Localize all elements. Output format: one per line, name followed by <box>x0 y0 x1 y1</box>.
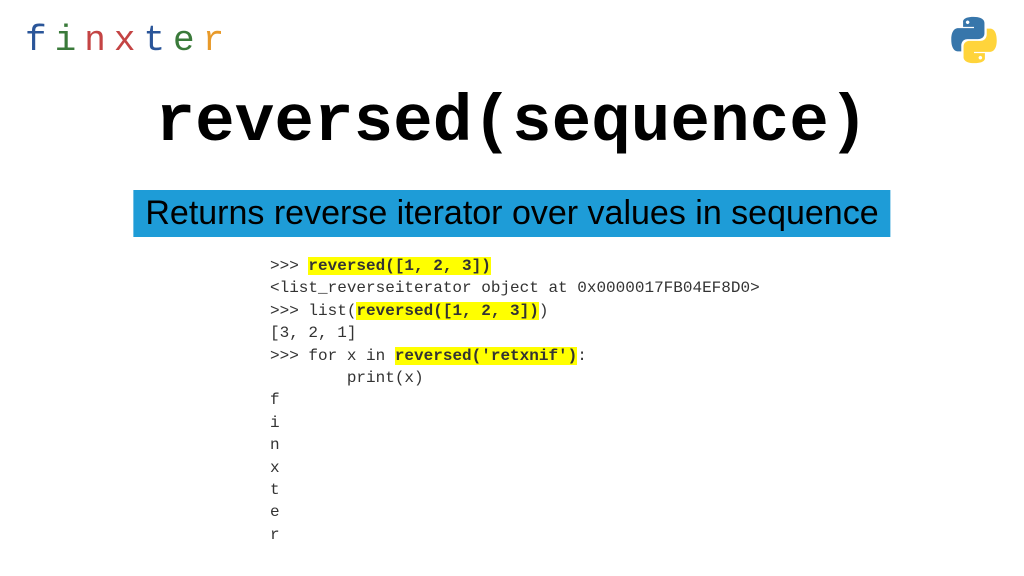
code-prompt: >>> list( <box>270 302 356 320</box>
code-text: ) <box>539 302 549 320</box>
description-banner: Returns reverse iterator over values in … <box>133 190 890 237</box>
logo-letter-t: t <box>143 20 173 61</box>
code-prompt: >>> <box>270 257 308 275</box>
code-output: e <box>270 501 760 523</box>
code-output: t <box>270 479 760 501</box>
logo-letter-f: f <box>25 20 55 61</box>
finxter-logo: finxter <box>25 20 232 61</box>
logo-letter-r: r <box>203 20 233 61</box>
python-icon <box>949 15 999 65</box>
page-title: reversed(sequence) <box>0 85 1024 160</box>
code-highlight: reversed('retxnif') <box>395 347 577 365</box>
code-text: print(x) <box>270 367 760 389</box>
code-output: n <box>270 434 760 456</box>
code-output: <list_reverseiterator object at 0x000001… <box>270 277 760 299</box>
code-text: : <box>577 347 587 365</box>
logo-letter-e: e <box>173 20 203 61</box>
code-highlight: reversed([1, 2, 3]) <box>308 257 490 275</box>
logo-letter-x: x <box>114 20 144 61</box>
logo-letter-i: i <box>55 20 85 61</box>
code-output: r <box>270 524 760 546</box>
code-output: f <box>270 389 760 411</box>
logo-letter-n: n <box>84 20 114 61</box>
code-output: x <box>270 457 760 479</box>
code-output: [3, 2, 1] <box>270 322 760 344</box>
code-output: i <box>270 412 760 434</box>
code-example: >>> reversed([1, 2, 3]) <list_reverseite… <box>270 255 760 546</box>
code-highlight: reversed([1, 2, 3]) <box>356 302 538 320</box>
code-prompt: >>> for x in <box>270 347 395 365</box>
